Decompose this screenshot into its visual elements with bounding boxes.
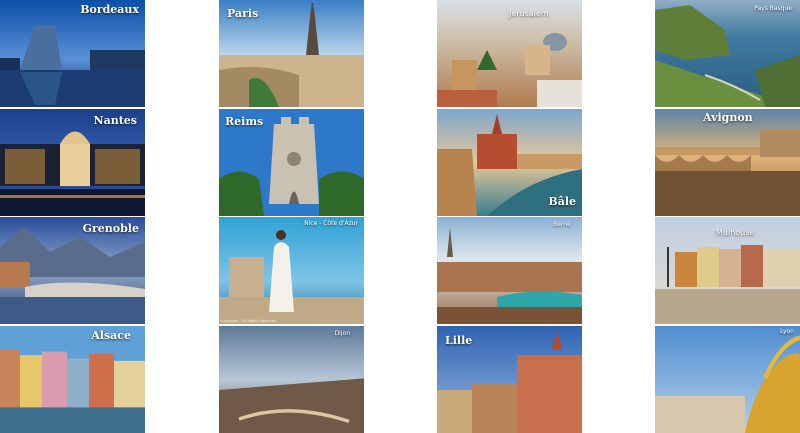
tile-alsace[interactable]: Alsace xyxy=(0,326,145,433)
tile-lyon[interactable]: Lyon xyxy=(655,326,800,433)
tile-label: Mulhouse xyxy=(716,228,755,237)
tile-jerusalem[interactable]: Jerusalem xyxy=(437,0,582,107)
avignon-photo xyxy=(655,109,800,216)
tile-label: Bâle xyxy=(548,195,576,208)
tile-label: Dijon xyxy=(334,330,350,337)
tile-label: Avignon xyxy=(703,111,753,124)
tile-label: Lyon xyxy=(780,328,794,335)
photo-credit: Copyright – All Rights Reserved xyxy=(221,319,276,323)
tile-label: Reims xyxy=(225,115,264,128)
berne-photo xyxy=(437,217,582,324)
tile-label: Grenoble xyxy=(82,222,139,235)
tile-avignon[interactable]: Avignon xyxy=(655,109,800,216)
tile-paris[interactable]: Paris xyxy=(219,0,364,107)
tile-label: Berne xyxy=(553,221,571,228)
tile-label: Bordeaux xyxy=(80,3,139,16)
tile-reims[interactable]: Reims xyxy=(219,109,364,216)
tile-nantes[interactable]: Nantes xyxy=(0,109,145,216)
tile-label: Nice - Côte d'Azur xyxy=(304,220,358,227)
pays-basque-photo xyxy=(655,0,800,107)
tile-berne[interactable]: Berne xyxy=(437,217,582,324)
tile-bale[interactable]: Bâle xyxy=(437,109,582,216)
tile-dijon[interactable]: Dijon xyxy=(219,326,364,433)
tile-label: Jerusalem xyxy=(509,9,549,18)
bordeaux-photo xyxy=(0,0,145,107)
nice-photo xyxy=(219,217,364,324)
tile-lille[interactable]: Lille xyxy=(437,326,582,433)
tile-label: Pays Basque xyxy=(754,5,792,12)
tile-label: Nantes xyxy=(93,114,137,127)
tile-label: Alsace xyxy=(91,329,131,342)
tile-nice[interactable]: Nice - Côte d'Azur Copyright – All Right… xyxy=(219,217,364,324)
dijon-photo xyxy=(219,326,364,433)
tile-label: Paris xyxy=(227,7,259,20)
tile-grenoble[interactable]: Grenoble xyxy=(0,217,145,324)
tile-pays-basque[interactable]: Pays Basque xyxy=(655,0,800,107)
tile-label: Lille xyxy=(445,334,473,347)
alsace-photo xyxy=(0,326,145,433)
tile-bordeaux[interactable]: Bordeaux xyxy=(0,0,145,107)
tile-mulhouse[interactable]: Mulhouse xyxy=(655,217,800,324)
lyon-photo xyxy=(655,326,800,433)
